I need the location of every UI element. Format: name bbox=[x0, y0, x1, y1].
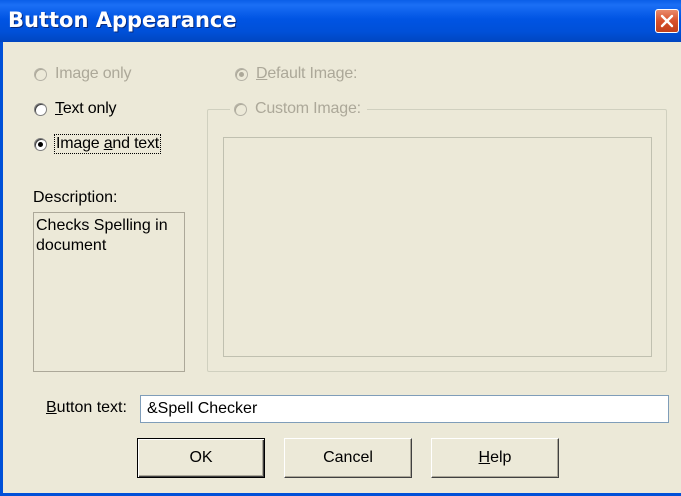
radio-text-only-label: Text only bbox=[55, 100, 117, 117]
window-frame-left bbox=[0, 42, 3, 496]
close-button[interactable] bbox=[655, 9, 679, 33]
radio-image-and-text-label: Image and text bbox=[53, 134, 162, 154]
image-preview-area bbox=[223, 137, 652, 357]
window-title: Button Appearance bbox=[8, 8, 237, 32]
title-bar: Button Appearance bbox=[0, 0, 681, 42]
description-box: Checks Spelling in document bbox=[33, 212, 185, 372]
custom-image-legend: Custom Image: bbox=[230, 100, 367, 118]
radio-custom-image-label: Custom Image: bbox=[255, 100, 361, 117]
close-icon bbox=[660, 14, 674, 28]
radio-image-and-text[interactable]: Image and text bbox=[34, 134, 162, 154]
radio-indicator bbox=[234, 102, 247, 116]
radio-image-only[interactable]: Image only bbox=[34, 65, 131, 83]
help-button[interactable]: Help bbox=[431, 438, 559, 478]
cancel-button[interactable]: Cancel bbox=[284, 438, 412, 478]
radio-default-image-label: Default Image: bbox=[256, 65, 358, 82]
radio-text-only[interactable]: Text only bbox=[34, 100, 117, 118]
radio-indicator bbox=[34, 102, 47, 116]
description-label: Description: bbox=[33, 189, 118, 206]
radio-image-only-label: Image only bbox=[55, 65, 132, 82]
button-text-input[interactable] bbox=[140, 395, 669, 423]
radio-default-image[interactable]: Default Image: bbox=[235, 65, 357, 83]
radio-selected-dot bbox=[239, 71, 244, 77]
radio-text-only-label-rest: ext only bbox=[62, 100, 117, 117]
button-text-label: Button text: bbox=[46, 399, 127, 416]
radio-indicator bbox=[34, 67, 47, 81]
radio-indicator bbox=[235, 67, 248, 81]
radio-selected-dot bbox=[38, 141, 43, 147]
ok-button[interactable]: OK bbox=[137, 438, 265, 478]
radio-indicator bbox=[34, 137, 47, 151]
radio-custom-image[interactable]: Custom Image: bbox=[234, 100, 361, 118]
